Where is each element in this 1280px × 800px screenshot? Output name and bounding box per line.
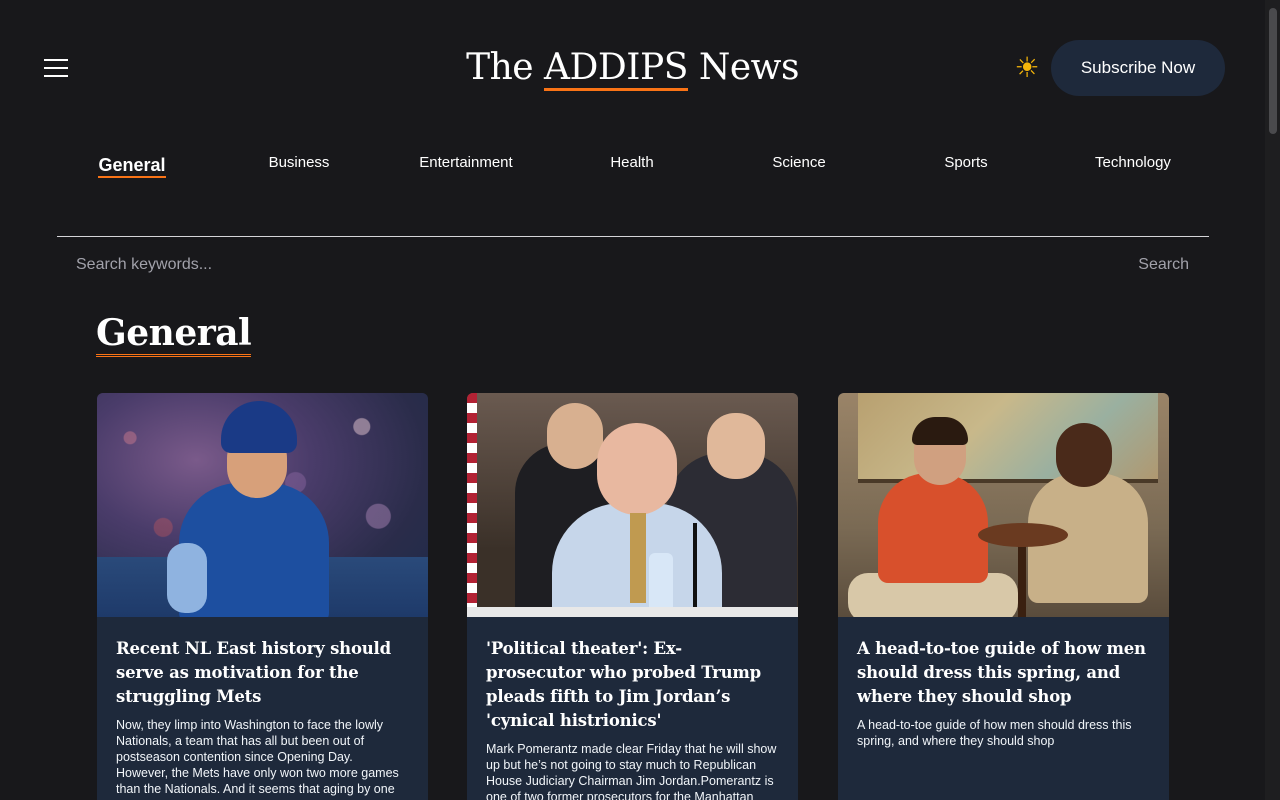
search-bar: Search	[57, 237, 1209, 293]
nav-item-label: Science	[772, 154, 826, 171]
category-nav: General Business Entertainment Health Sc…	[0, 136, 1265, 236]
photo-table	[467, 607, 798, 617]
photo-man-right-head	[1056, 423, 1112, 487]
hamburger-menu-icon[interactable]	[44, 58, 68, 78]
nav-item-sports[interactable]: Sports	[896, 154, 1036, 171]
search-input[interactable]	[76, 251, 976, 279]
nav-item-label: Technology	[1095, 154, 1171, 171]
site-title-prefix: The	[466, 47, 545, 88]
page-scrollbar[interactable]	[1265, 0, 1280, 800]
article-body: 'Political theater': Ex-prosecutor who p…	[467, 617, 798, 800]
nav-item-business[interactable]: Business	[229, 154, 369, 171]
photo-man-left-head	[547, 403, 603, 469]
menu-line	[44, 59, 68, 61]
article-card[interactable]: Recent NL East history should serve as m…	[97, 393, 428, 800]
menu-line	[44, 75, 68, 77]
photo-center-head	[597, 423, 677, 515]
congressional-hearing-photo	[467, 393, 798, 617]
article-description: A head-to-toe guide of how men should dr…	[857, 718, 1132, 748]
article-description: Now, they limp into Washington to face t…	[116, 718, 399, 796]
article-body: A head-to-toe guide of how men should dr…	[838, 617, 1169, 749]
article-title[interactable]: Recent NL East history should serve as m…	[116, 637, 408, 709]
nav-item-health[interactable]: Health	[562, 154, 702, 171]
site-title-brand[interactable]: ADDIPS	[544, 47, 688, 91]
nav-item-science[interactable]: Science	[729, 154, 869, 171]
site-title-suffix: News	[687, 47, 800, 88]
photo-table-top	[978, 523, 1068, 547]
nav-item-label: Sports	[944, 154, 988, 171]
nav-item-technology[interactable]: Technology	[1063, 154, 1203, 171]
article-title[interactable]: 'Political theater': Ex-prosecutor who p…	[486, 637, 778, 733]
nav-item-label: General	[98, 155, 166, 178]
article-description: Mark Pomerantz made clear Friday that he…	[486, 742, 777, 800]
photo-flag	[467, 393, 477, 617]
photo-table-leg	[1018, 543, 1026, 617]
search-button[interactable]: Search	[1138, 251, 1189, 279]
article-title[interactable]: A head-to-toe guide of how men should dr…	[857, 637, 1149, 709]
nav-item-entertainment[interactable]: Entertainment	[396, 154, 536, 171]
photo-mic	[693, 523, 697, 617]
article-body: Recent NL East history should serve as m…	[97, 617, 428, 797]
menu-line	[44, 67, 68, 69]
nav-item-label: Entertainment	[419, 154, 513, 171]
nav-item-general[interactable]: General	[62, 155, 202, 178]
photo-man-left-body	[878, 473, 988, 583]
scrollbar-thumb[interactable]	[1269, 8, 1277, 134]
baseball-player-photo	[97, 393, 428, 617]
photo-player-arm	[167, 543, 207, 613]
article-card[interactable]: A head-to-toe guide of how men should dr…	[838, 393, 1169, 800]
photo-wall-map	[858, 393, 1158, 483]
section-title-text: General	[96, 312, 252, 357]
nav-item-label: Health	[610, 154, 654, 171]
article-card[interactable]: 'Political theater': Ex-prosecutor who p…	[467, 393, 798, 800]
site-header: The ADDIPS News ☀ Subscribe Now	[0, 0, 1265, 136]
subscribe-button[interactable]: Subscribe Now	[1051, 40, 1225, 96]
section-title: General	[96, 310, 252, 357]
photo-tie	[630, 513, 646, 603]
mens-fashion-photo	[838, 393, 1169, 617]
photo-man-right-head	[707, 413, 765, 479]
sun-icon[interactable]: ☀	[1012, 53, 1042, 83]
nav-item-label: Business	[268, 154, 330, 171]
